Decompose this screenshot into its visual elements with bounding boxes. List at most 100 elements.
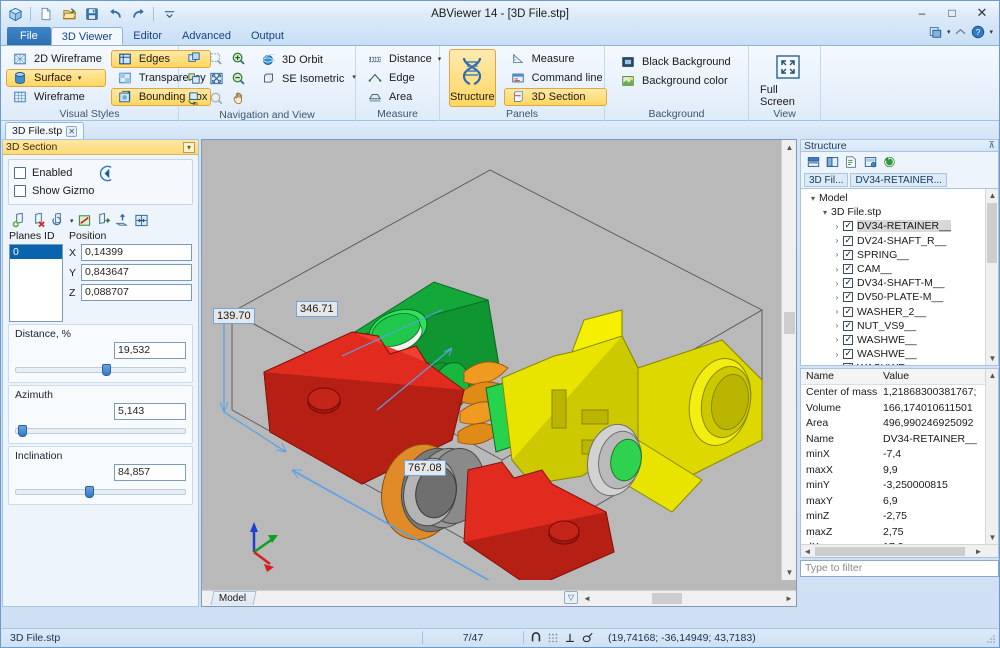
zoom-window-icon[interactable] bbox=[206, 49, 226, 67]
structure-tree[interactable]: ▾ Model ▾ 3D File.stp › DV34-RETAINER__ … bbox=[800, 188, 999, 366]
properties-icon[interactable] bbox=[843, 155, 859, 170]
export-icon[interactable] bbox=[862, 155, 878, 170]
tree-item-cam[interactable]: › CAM__ bbox=[801, 262, 998, 276]
tree-item-checkbox[interactable] bbox=[843, 349, 853, 359]
scroll-left-icon[interactable]: ◄ bbox=[580, 591, 594, 606]
button-black-background[interactable]: Black Background bbox=[614, 53, 735, 71]
tab-editor[interactable]: Editor bbox=[123, 27, 172, 45]
tab-advanced[interactable]: Advanced bbox=[172, 27, 241, 45]
properties-hscroll-thumb[interactable] bbox=[815, 547, 965, 556]
button-area[interactable]: Area bbox=[361, 88, 445, 106]
azimuth-slider[interactable] bbox=[15, 425, 186, 437]
properties-vertical-scrollbar[interactable]: ▲ ▼ bbox=[985, 369, 998, 557]
tree-item-spring[interactable]: › SPRING__ bbox=[801, 248, 998, 262]
distance-slider[interactable] bbox=[15, 364, 186, 376]
split-view-icon[interactable] bbox=[824, 155, 840, 170]
tree-item-checkbox[interactable] bbox=[843, 321, 853, 331]
planes-id-list[interactable]: 0 bbox=[9, 244, 63, 322]
grid-icon[interactable] bbox=[547, 632, 559, 644]
viewport-options-icon[interactable]: ▽ bbox=[564, 591, 578, 604]
chevron-right-icon[interactable]: › bbox=[831, 321, 843, 330]
button-structure[interactable]: Structure bbox=[449, 49, 496, 107]
open-file-icon[interactable] bbox=[59, 5, 79, 24]
zoom-previous-icon[interactable] bbox=[206, 89, 226, 107]
tree-item-dv34-shaft-m[interactable]: › DV34-SHAFT-M__ bbox=[801, 276, 998, 290]
properties-table[interactable]: Name Value Center of mass 1,218683003817… bbox=[800, 368, 999, 558]
button-surface[interactable]: Surface ▾ bbox=[6, 69, 106, 87]
panel-pin-icon[interactable]: ▾ bbox=[183, 142, 195, 153]
section-clip-icon[interactable] bbox=[97, 165, 114, 182]
table-row[interactable]: maxZ 2,75 bbox=[801, 524, 998, 540]
chevron-right-icon[interactable]: › bbox=[831, 307, 843, 316]
zoom-in-icon[interactable] bbox=[228, 49, 248, 67]
tree-item-checkbox[interactable] bbox=[843, 292, 853, 302]
tree-item-model[interactable]: ▾ Model bbox=[801, 191, 998, 205]
button-2d-wireframe[interactable]: 2D Wireframe bbox=[6, 50, 106, 68]
chevron-right-icon[interactable]: › bbox=[831, 279, 843, 288]
add-plane-icon[interactable] bbox=[11, 213, 27, 228]
tree-item-dv24-shaft[interactable]: › DV24-SHAFT_R__ bbox=[801, 234, 998, 248]
model-tab[interactable]: Model bbox=[211, 591, 257, 605]
scroll-down-icon[interactable]: ▼ bbox=[782, 565, 797, 580]
structure-pin-icon[interactable]: ⊼ bbox=[988, 140, 995, 151]
chevron-down-icon[interactable]: ▾ bbox=[819, 208, 831, 217]
resize-grip[interactable] bbox=[985, 633, 997, 645]
tab-output[interactable]: Output bbox=[241, 27, 294, 45]
viewport-vertical-scrollbar[interactable]: ▲ ▼ bbox=[781, 140, 796, 580]
maximize-button[interactable]: □ bbox=[937, 3, 967, 23]
save-icon[interactable] bbox=[82, 5, 102, 24]
chevron-right-icon[interactable]: › bbox=[831, 250, 843, 259]
filter-input[interactable]: Type to filter bbox=[800, 560, 999, 577]
ortho-icon[interactable] bbox=[564, 632, 576, 644]
properties-scroll-up-icon[interactable]: ▲ bbox=[986, 369, 999, 382]
button-3d-orbit[interactable]: 3D Orbit bbox=[254, 51, 348, 69]
position-x-input[interactable]: 0,14399 bbox=[81, 244, 192, 261]
tree-vscroll-thumb[interactable] bbox=[987, 203, 997, 263]
tree-item-3d-file[interactable]: ▾ 3D File.stp bbox=[801, 205, 998, 219]
chevron-right-icon[interactable]: › bbox=[831, 293, 843, 302]
pan-hand-icon[interactable] bbox=[228, 89, 248, 107]
distance-slider-thumb[interactable] bbox=[102, 364, 111, 376]
scroll-right-icon[interactable]: ► bbox=[782, 591, 796, 606]
zoom-out-icon[interactable] bbox=[228, 69, 248, 87]
button-full-screen[interactable]: Full Screen bbox=[760, 49, 815, 107]
button-distance[interactable]: Distance ▾ bbox=[361, 50, 445, 68]
redo-icon[interactable] bbox=[128, 5, 148, 24]
align-plane-icon[interactable] bbox=[115, 213, 131, 228]
tree-item-checkbox[interactable] bbox=[843, 363, 853, 366]
new-file-icon[interactable] bbox=[36, 5, 56, 24]
button-wireframe[interactable]: Wireframe bbox=[6, 88, 106, 106]
chevron-right-icon[interactable]: › bbox=[831, 236, 843, 245]
button-edge-measure[interactable]: Edge bbox=[361, 69, 445, 87]
3d-viewport[interactable]: 139.70 346.71 767.08 ▲ ▼ ◄ ► Model ▽ bbox=[201, 139, 797, 607]
table-row[interactable]: maxX 9,9 bbox=[801, 462, 998, 478]
move-plane-icon[interactable] bbox=[96, 213, 112, 228]
table-row[interactable]: maxY 6,9 bbox=[801, 493, 998, 509]
document-tab-3d-file[interactable]: 3D File.stp ✕ bbox=[5, 122, 84, 139]
chevron-right-icon[interactable]: › bbox=[831, 265, 843, 274]
table-row[interactable]: minX -7,4 bbox=[801, 447, 998, 463]
customize-qat-icon[interactable] bbox=[159, 5, 179, 24]
window-mode-icon[interactable] bbox=[928, 25, 943, 39]
collapse-ribbon-icon[interactable] bbox=[954, 27, 967, 37]
tree-item-checkbox[interactable] bbox=[843, 335, 853, 345]
table-row[interactable]: minY -3,250000815 bbox=[801, 478, 998, 494]
tree-item-checkbox[interactable] bbox=[843, 264, 853, 274]
fit-plane-icon[interactable] bbox=[134, 213, 150, 228]
tree-scroll-down-icon[interactable]: ▼ bbox=[986, 352, 999, 365]
surface-dropdown-caret-icon[interactable]: ▾ bbox=[78, 74, 82, 82]
rotate-35-icon[interactable]: 35 bbox=[184, 89, 204, 107]
table-row[interactable]: Center of mass 1,21868300381767; bbox=[801, 385, 998, 401]
chevron-right-icon[interactable]: › bbox=[831, 222, 843, 231]
tree-item-checkbox[interactable] bbox=[843, 307, 853, 317]
distance-input[interactable]: 19,532 bbox=[114, 342, 186, 359]
minimize-button[interactable]: – bbox=[907, 3, 937, 23]
button-command-line[interactable]: Command line bbox=[504, 69, 607, 87]
chevron-down-icon[interactable]: ▾ bbox=[807, 194, 819, 203]
plane-dropdown-caret-icon[interactable]: ▾ bbox=[70, 217, 74, 225]
tree-item-washwe-2[interactable]: › WASHWE__ bbox=[801, 347, 998, 361]
table-row[interactable]: Volume 166,174010611501 bbox=[801, 400, 998, 416]
properties-scroll-down-icon[interactable]: ▼ bbox=[986, 531, 999, 544]
tree-item-nut-vs9[interactable]: › NUT_VS9__ bbox=[801, 319, 998, 333]
tree-item-washwe-3[interactable]: › WASHWE__ bbox=[801, 361, 998, 366]
